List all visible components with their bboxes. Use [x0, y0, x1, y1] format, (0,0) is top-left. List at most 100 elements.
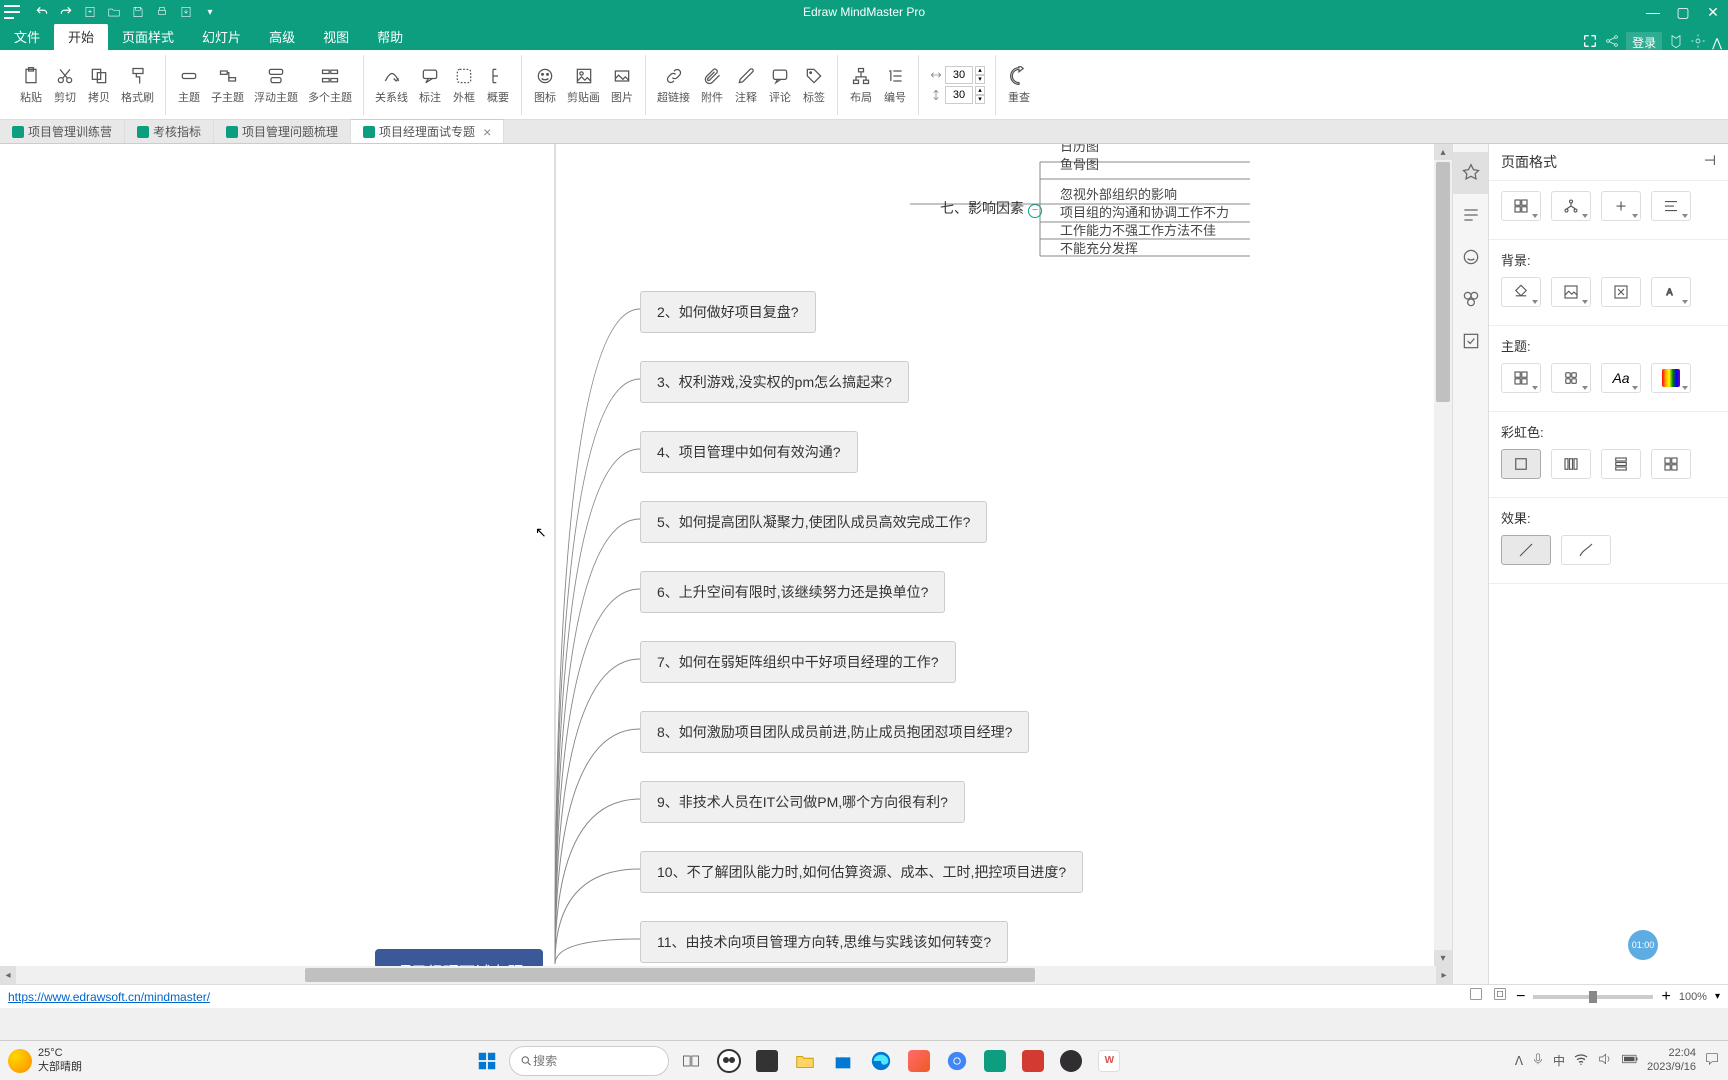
menu-page-style[interactable]: 页面样式 [108, 23, 188, 50]
tray-clock[interactable]: 22:04 2023/9/16 [1647, 1047, 1696, 1073]
edraw-icon[interactable] [979, 1045, 1011, 1077]
menu-start[interactable]: 开始 [54, 23, 108, 50]
mm-node-4[interactable]: 4、项目管理中如何有效沟通? [640, 431, 858, 473]
search-input[interactable] [533, 1054, 658, 1068]
store-icon[interactable] [827, 1045, 859, 1077]
bg-image-button[interactable] [1551, 277, 1591, 307]
hyperlink-button[interactable]: 超链接 [652, 63, 695, 107]
icon-button[interactable]: 图标 [528, 63, 562, 107]
taskview-icon[interactable] [675, 1045, 707, 1077]
width-up[interactable]: ▴ [975, 66, 985, 75]
rainbow-mode-2[interactable] [1551, 449, 1591, 479]
doc-tab-0[interactable]: 项目管理训练营 [0, 120, 125, 143]
mm-sub-3[interactable]: 项目组的沟通和协调工作不力 [1060, 202, 1229, 221]
fullscreen-icon[interactable] [1582, 33, 1598, 52]
mm-node-3[interactable]: 3、权利游戏,没实权的pm怎么搞起来? [640, 361, 909, 403]
effect-handdrawn-button[interactable] [1561, 535, 1611, 565]
boundary-button[interactable]: 外框 [447, 63, 481, 107]
status-link[interactable]: https://www.edrawsoft.cn/mindmaster/ [8, 990, 210, 1004]
zoom-dropdown-icon[interactable]: ▾ [1715, 991, 1720, 1002]
notifications-icon[interactable] [1704, 1051, 1720, 1070]
sidebar-style-icon[interactable] [1453, 152, 1489, 194]
sidebar-task-icon[interactable] [1453, 320, 1489, 362]
explorer-icon[interactable] [789, 1045, 821, 1077]
vertical-scrollbar[interactable]: ▴ ▾ [1434, 144, 1452, 966]
maximize-button[interactable]: ▢ [1668, 0, 1698, 24]
battery-icon[interactable] [1621, 1052, 1639, 1069]
taskbar-search[interactable] [509, 1046, 669, 1076]
theme-style-2[interactable] [1551, 363, 1591, 393]
zoom-out-button[interactable]: − [1516, 988, 1525, 1006]
rainbow-mode-3[interactable] [1601, 449, 1641, 479]
fit-width-icon[interactable] [1492, 986, 1508, 1007]
height-down[interactable]: ▾ [975, 95, 985, 104]
mm-node-8[interactable]: 8、如何激励项目团队成员前进,防止成员抱团怼项目经理? [640, 711, 1029, 753]
number-button[interactable]: 编号 [878, 63, 912, 107]
mm-section-7[interactable]: 七、影响因素− [930, 192, 1052, 224]
theme-font-button[interactable]: Aa [1601, 363, 1641, 393]
scroll-left-arrow[interactable]: ◂ [0, 966, 16, 984]
close-tab-icon[interactable]: × [483, 124, 491, 140]
share-icon[interactable] [1604, 33, 1620, 52]
mic-icon[interactable] [1531, 1052, 1545, 1069]
theme-style-1[interactable] [1501, 363, 1541, 393]
wifi-icon[interactable] [1573, 1051, 1589, 1070]
attachment-button[interactable]: 附件 [695, 63, 729, 107]
app-other-icon-2[interactable] [903, 1045, 935, 1077]
layout-style-2[interactable] [1551, 191, 1591, 221]
settings-icon[interactable] [1690, 33, 1706, 52]
mm-node-9[interactable]: 9、非技术人员在IT公司做PM,哪个方向很有利? [640, 781, 965, 823]
fit-page-icon[interactable] [1468, 986, 1484, 1007]
subtopic-button[interactable]: 子主题 [206, 63, 249, 107]
vscroll-thumb[interactable] [1436, 162, 1450, 402]
mm-sub-2[interactable]: 忽视外部组织的影响 [1060, 184, 1177, 203]
app-panda-icon[interactable] [713, 1045, 745, 1077]
callout-button[interactable]: 标注 [413, 63, 447, 107]
mindmap-canvas[interactable]: 七、影响因素− 日历图 鱼骨图 忽视外部组织的影响 项目组的沟通和协调工作不力 … [0, 144, 1452, 984]
layout-style-3[interactable] [1601, 191, 1641, 221]
doc-tab-1[interactable]: 考核指标 [125, 120, 214, 143]
minimize-button[interactable]: — [1638, 0, 1668, 24]
tag-button[interactable]: 标签 [797, 63, 831, 107]
height-spinner[interactable] [945, 86, 973, 104]
menu-view[interactable]: 视图 [309, 23, 363, 50]
doc-tab-3[interactable]: 项目经理面试专题× [351, 119, 504, 143]
netease-icon[interactable] [1017, 1045, 1049, 1077]
wps-icon[interactable]: W [1093, 1045, 1125, 1077]
width-down[interactable]: ▾ [975, 75, 985, 84]
app-other-icon-1[interactable] [751, 1045, 783, 1077]
effect-flat-button[interactable] [1501, 535, 1551, 565]
redo-button[interactable] [56, 2, 76, 22]
bg-fill-button[interactable] [1501, 277, 1541, 307]
edge-icon[interactable] [865, 1045, 897, 1077]
bg-remove-button[interactable] [1601, 277, 1641, 307]
new-button[interactable] [80, 2, 100, 22]
zoom-percent[interactable]: 100% [1679, 991, 1707, 1003]
obs-icon[interactable] [1055, 1045, 1087, 1077]
format-painter-button[interactable]: 格式刷 [116, 63, 159, 107]
paste-button[interactable]: 粘贴 [14, 63, 48, 107]
zoom-in-button[interactable]: + [1661, 988, 1670, 1006]
export-button[interactable] [176, 2, 196, 22]
clipart-button[interactable]: 剪贴画 [562, 63, 605, 107]
save-button[interactable] [128, 2, 148, 22]
note-button[interactable]: 注释 [729, 63, 763, 107]
summary-button[interactable]: 概要 [481, 63, 515, 107]
theme-color-button[interactable] [1651, 363, 1691, 393]
collapse-icon[interactable]: − [1028, 204, 1042, 218]
menu-slideshow[interactable]: 幻灯片 [188, 23, 255, 50]
mm-node-10[interactable]: 10、不了解团队能力时,如何估算资源、成本、工时,把控项目进度? [640, 851, 1083, 893]
mm-node-7[interactable]: 7、如何在弱矩阵组织中干好项目经理的工作? [640, 641, 956, 683]
picture-button[interactable]: 图片 [605, 63, 639, 107]
menu-file[interactable]: 文件 [0, 23, 54, 50]
comment-button[interactable]: 评论 [763, 63, 797, 107]
topic-button[interactable]: 主题 [172, 63, 206, 107]
scroll-up-arrow[interactable]: ▴ [1434, 144, 1452, 160]
mm-node-11[interactable]: 11、由技术向项目管理方向转,思维与实践该如何转变? [640, 921, 1008, 963]
horizontal-scrollbar[interactable]: ◂ ▸ [0, 966, 1452, 984]
help-icon[interactable]: ⋀ [1712, 36, 1722, 50]
layout-button[interactable]: 布局 [844, 63, 878, 107]
theme-icon[interactable] [1668, 33, 1684, 52]
doc-tab-2[interactable]: 项目管理问题梳理 [214, 120, 351, 143]
layout-style-1[interactable] [1501, 191, 1541, 221]
